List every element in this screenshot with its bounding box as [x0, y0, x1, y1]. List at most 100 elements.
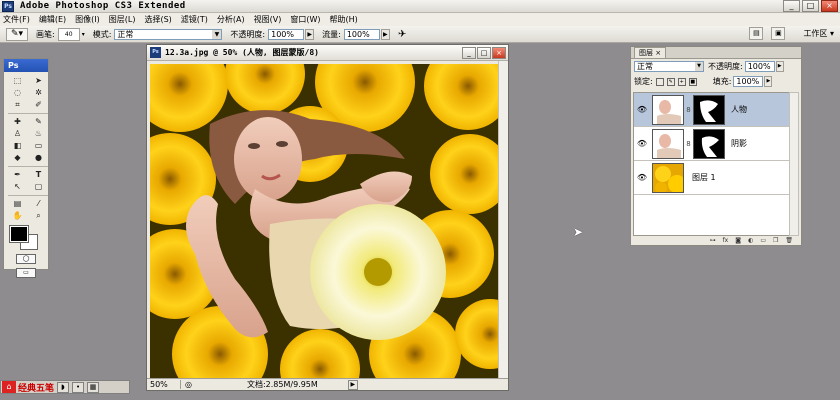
layer-style-icon[interactable]: fx: [723, 237, 729, 244]
lock-pixels-icon[interactable]: ✎: [666, 77, 675, 86]
blur-tool-icon[interactable]: ◆: [8, 152, 27, 164]
eye-icon[interactable]: 👁: [634, 173, 650, 182]
link-icon[interactable]: 8: [684, 106, 693, 114]
eyedropper-tool-icon[interactable]: ⁄: [29, 198, 48, 210]
link-layers-icon[interactable]: ⊶: [710, 237, 716, 244]
layer-opacity-slider-button[interactable]: ▶: [775, 61, 784, 72]
path-selection-tool-icon[interactable]: ↖: [8, 181, 27, 193]
trash-icon[interactable]: 🗑: [785, 237, 793, 244]
image-canvas[interactable]: [150, 64, 498, 378]
flow-field[interactable]: 100%: [343, 28, 380, 40]
doc-close-button[interactable]: ×: [492, 47, 506, 59]
eraser-tool-icon[interactable]: ◧: [8, 140, 27, 152]
workspace-button[interactable]: 工作区 ▾: [803, 28, 834, 39]
menu-analysis[interactable]: 分析(A): [217, 14, 245, 25]
palette-well-icon[interactable]: ▤: [749, 27, 764, 40]
layer-row-person[interactable]: 👁 8 人物: [634, 93, 790, 127]
options-bar: ✎▾ 画笔: 40 ▾ 模式: 正常 ▼ 不透明度: 100% ▶ 流量: 10…: [0, 26, 840, 43]
fill-label: 填充:: [712, 77, 732, 86]
new-layer-icon[interactable]: ❐: [773, 237, 778, 244]
punctuation-toggle-icon[interactable]: •: [72, 381, 85, 393]
foreground-color-swatch[interactable]: [9, 225, 29, 243]
menu-file[interactable]: 文件(F): [3, 14, 30, 25]
slice-tool-icon[interactable]: ✐: [29, 99, 48, 111]
doc-minimize-button[interactable]: _: [462, 47, 476, 59]
hand-tool-icon[interactable]: ✋: [8, 210, 27, 222]
lock-position-icon[interactable]: +: [677, 77, 686, 86]
layers-footer: ⊶ fx ◙ ◐ ▭ ❐ 🗑: [631, 235, 801, 245]
menu-filter[interactable]: 滤镜(T): [181, 14, 208, 25]
menu-edit[interactable]: 编辑(E): [39, 14, 66, 25]
brush-picker[interactable]: 40: [57, 27, 80, 41]
lock-all-icon[interactable]: ■: [688, 77, 697, 86]
menu-window[interactable]: 窗口(W): [290, 14, 320, 25]
gradient-tool-icon[interactable]: ▭: [29, 140, 48, 152]
lasso-tool-icon[interactable]: ◌: [8, 87, 27, 99]
ime-logo-icon[interactable]: ⌂: [2, 381, 16, 393]
layer-mask-thumbnail[interactable]: [693, 128, 725, 159]
menu-help[interactable]: 帮助(H): [330, 14, 358, 25]
blend-mode-select[interactable]: 正常 ▼: [634, 61, 704, 72]
airbrush-icon[interactable]: ✈: [398, 29, 406, 40]
notes-tool-icon[interactable]: ▤: [8, 198, 27, 210]
menu-image[interactable]: 图像(I): [75, 14, 100, 25]
menu-select[interactable]: 选择(S): [144, 14, 171, 25]
opacity-field[interactable]: 100%: [268, 28, 305, 40]
adjustment-layer-icon[interactable]: ◐: [748, 237, 753, 244]
shape-tool-icon[interactable]: ▢: [29, 181, 48, 193]
quick-mask-button[interactable]: ◯: [16, 254, 36, 264]
menu-layer[interactable]: 图层(L): [109, 14, 136, 25]
canvas-image: [150, 64, 498, 378]
history-brush-tool-icon[interactable]: ♨: [29, 128, 48, 140]
document-scrollbar[interactable]: [498, 61, 508, 379]
layer-row-layer1[interactable]: 👁 图层 1: [634, 161, 790, 195]
doc-maximize-button[interactable]: □: [477, 47, 491, 59]
type-tool-icon[interactable]: T: [29, 169, 48, 181]
tool-preset-picker[interactable]: ✎▾: [6, 27, 28, 41]
eye-icon[interactable]: 👁: [634, 139, 650, 148]
chevron-down-icon: ▼: [212, 29, 222, 39]
layer-row-shadow[interactable]: 👁 8 阴影: [634, 127, 790, 161]
close-button[interactable]: ×: [821, 0, 838, 12]
zoom-level[interactable]: 50%: [147, 380, 181, 389]
flow-slider-button[interactable]: ▶: [380, 28, 390, 40]
magic-wand-tool-icon[interactable]: ✲: [29, 87, 48, 99]
marquee-tool-icon[interactable]: ⬚: [8, 75, 27, 87]
minimize-button[interactable]: _: [783, 0, 800, 12]
layer-mask-thumbnail[interactable]: [693, 94, 725, 125]
brush-dropdown-arrow-icon[interactable]: ▾: [82, 31, 85, 38]
new-group-icon[interactable]: ▭: [760, 237, 766, 244]
zoom-tool-icon[interactable]: ⌕: [29, 210, 48, 222]
layer-opacity-field[interactable]: 100%: [744, 61, 775, 72]
layer-thumbnail: [652, 94, 684, 125]
soft-keyboard-icon[interactable]: ▦: [87, 381, 100, 393]
clone-stamp-tool-icon[interactable]: ♙: [8, 128, 27, 140]
lock-transparency-icon[interactable]: [655, 77, 664, 86]
menu-view[interactable]: 视图(V): [254, 14, 282, 25]
fill-slider-button[interactable]: ▶: [764, 76, 773, 87]
layer-list-scrollbar[interactable]: [789, 92, 799, 236]
link-icon[interactable]: 8: [684, 140, 693, 148]
bridge-icon[interactable]: ▣: [771, 27, 786, 40]
crop-tool-icon[interactable]: ⌗: [8, 99, 27, 111]
layers-tab[interactable]: 图层 ×: [634, 47, 667, 58]
layer-name: 图层 1: [692, 173, 716, 182]
healing-brush-tool-icon[interactable]: ✚: [8, 116, 27, 128]
ime-label[interactable]: 经典五笔: [18, 381, 54, 394]
move-tool-icon[interactable]: ➤: [29, 75, 48, 87]
opacity-slider-button[interactable]: ▶: [305, 28, 315, 40]
pen-tool-icon[interactable]: ✒: [8, 169, 27, 181]
eye-icon[interactable]: 👁: [634, 105, 650, 114]
halfwidth-toggle-icon[interactable]: ◗: [57, 381, 70, 393]
maximize-button[interactable]: □: [802, 0, 819, 12]
dodge-tool-icon[interactable]: ●: [29, 152, 48, 164]
screen-mode-button[interactable]: ▭: [16, 268, 36, 278]
add-mask-icon[interactable]: ◙: [735, 237, 741, 244]
brush-label: 画笔:: [36, 29, 55, 39]
mode-select[interactable]: 正常 ▼: [114, 28, 223, 40]
fill-field[interactable]: 100%: [733, 76, 764, 87]
status-arrow-button[interactable]: ▶: [347, 379, 358, 390]
close-icon[interactable]: ×: [655, 49, 661, 57]
status-menu-icon[interactable]: ◎: [185, 380, 192, 389]
brush-tool-icon[interactable]: ✎: [29, 116, 48, 128]
